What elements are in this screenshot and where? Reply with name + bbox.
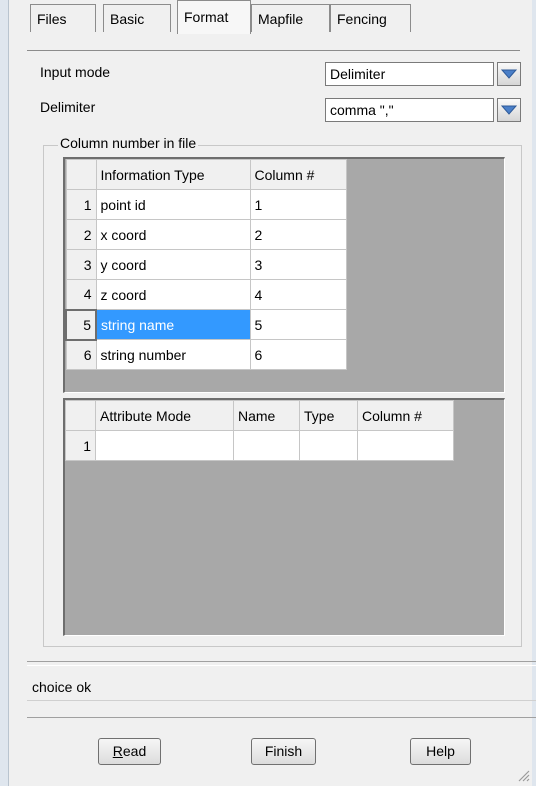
status-separator-highlight xyxy=(27,665,536,666)
information-type-table: Information Type Column # 1 point id 1 2… xyxy=(65,159,347,370)
tab-files-label: Files xyxy=(37,11,67,27)
row-header[interactable]: 6 xyxy=(65,339,97,370)
delimiter-dropdown-button[interactable] xyxy=(497,98,521,122)
attribute-column-cell[interactable] xyxy=(357,430,454,461)
column-number-cell[interactable]: 6 xyxy=(249,339,347,370)
attribute-grid[interactable]: Attribute Mode Name Type Column # 1 xyxy=(63,398,505,636)
tab-fencing-label: Fencing xyxy=(337,11,387,27)
column-number-cell[interactable]: 4 xyxy=(249,279,347,310)
grid-corner xyxy=(65,159,97,190)
column-header-name[interactable]: Name xyxy=(233,400,300,431)
input-mode-label: Input mode xyxy=(40,64,111,80)
column-number-cell[interactable]: 5 xyxy=(249,309,347,340)
status-separator xyxy=(27,661,536,662)
finish-button-label: Finish xyxy=(264,743,303,759)
status-bottom-line xyxy=(27,700,536,701)
table-header-row: Attribute Mode Name Type Column # xyxy=(65,400,454,431)
table-row[interactable]: 1 point id 1 xyxy=(65,189,347,220)
column-header-column-number[interactable]: Column # xyxy=(357,400,454,431)
read-button-label: ead xyxy=(122,743,147,759)
row-header[interactable]: 4 xyxy=(65,279,97,310)
attribute-type-cell[interactable] xyxy=(299,430,358,461)
window-right-frame xyxy=(532,0,536,786)
column-header-type[interactable]: Type xyxy=(299,400,358,431)
information-type-cell[interactable]: string number xyxy=(95,339,251,370)
table-header-row: Information Type Column # xyxy=(65,159,347,190)
column-number-group-title: Column number in file xyxy=(58,135,199,151)
row-header-current[interactable]: 5 xyxy=(65,308,97,341)
read-button-mnemonic: R xyxy=(112,743,123,759)
information-type-cell[interactable]: point id xyxy=(95,189,251,220)
tab-format-label: Format xyxy=(184,9,229,25)
column-header-attribute-mode[interactable]: Attribute Mode xyxy=(95,400,234,431)
information-type-cell[interactable]: z coord xyxy=(95,279,251,310)
row-header[interactable]: 2 xyxy=(65,219,97,250)
status-message: choice ok xyxy=(32,679,92,695)
window-left-frame xyxy=(0,0,9,786)
read-button[interactable]: Read xyxy=(98,738,161,765)
row-header[interactable]: 3 xyxy=(65,249,97,280)
column-number-cell[interactable]: 3 xyxy=(249,249,347,280)
tab-mapfile[interactable]: Mapfile xyxy=(251,4,330,32)
chevron-down-icon xyxy=(501,69,517,79)
tab-fencing[interactable]: Fencing xyxy=(330,4,411,32)
tab-basic-label: Basic xyxy=(110,11,145,27)
input-mode-dropdown-button[interactable] xyxy=(497,62,521,86)
tab-baseline xyxy=(27,50,520,51)
attribute-name-cell[interactable] xyxy=(233,430,300,461)
table-row[interactable]: 2 x coord 2 xyxy=(65,219,347,250)
help-button-label: Help xyxy=(426,743,455,759)
table-row-selected[interactable]: 5 string name 5 xyxy=(65,308,347,341)
attribute-mode-cell[interactable] xyxy=(95,430,234,461)
tab-basic[interactable]: Basic xyxy=(103,4,171,32)
buttons-separator xyxy=(27,717,536,718)
tab-files[interactable]: Files xyxy=(30,4,96,32)
column-number-cell[interactable]: 2 xyxy=(249,219,347,250)
finish-button[interactable]: Finish xyxy=(251,738,316,765)
table-row[interactable]: 6 string number 6 xyxy=(65,339,347,370)
delimiter-field[interactable]: comma "," xyxy=(325,98,494,122)
column-header-column-number[interactable]: Column # xyxy=(249,159,347,190)
tab-format[interactable]: Format xyxy=(177,0,251,34)
resize-grip-icon[interactable] xyxy=(516,768,530,782)
tab-mapfile-label: Mapfile xyxy=(258,11,304,27)
information-type-grid[interactable]: Information Type Column # 1 point id 1 2… xyxy=(63,157,505,393)
information-type-cell-selected[interactable]: string name xyxy=(95,309,251,340)
table-row[interactable]: 1 xyxy=(65,430,454,461)
column-header-information-type[interactable]: Information Type xyxy=(95,159,251,190)
information-type-cell[interactable]: y coord xyxy=(95,249,251,280)
attribute-table: Attribute Mode Name Type Column # 1 xyxy=(65,400,454,461)
table-row[interactable]: 3 y coord 3 xyxy=(65,249,347,280)
column-number-cell[interactable]: 1 xyxy=(249,189,347,220)
chevron-down-icon xyxy=(501,105,517,115)
row-header[interactable]: 1 xyxy=(65,430,96,461)
information-type-cell[interactable]: x coord xyxy=(95,219,251,250)
help-button[interactable]: Help xyxy=(410,738,471,765)
input-mode-field[interactable]: Delimiter xyxy=(325,62,494,86)
table-row[interactable]: 4 z coord 4 xyxy=(65,279,347,310)
grid-corner xyxy=(65,400,96,431)
delimiter-label: Delimiter xyxy=(40,99,96,115)
row-header[interactable]: 1 xyxy=(65,189,97,220)
